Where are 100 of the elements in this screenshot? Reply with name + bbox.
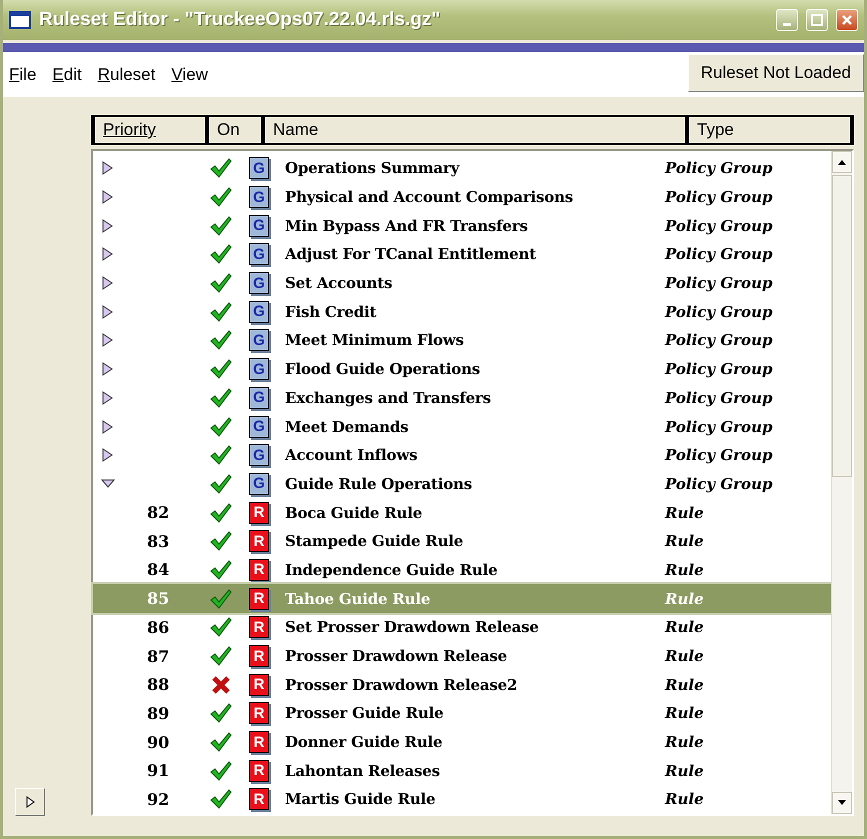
scrollbar[interactable] bbox=[831, 151, 852, 814]
maximize-icon bbox=[811, 14, 823, 26]
check-icon[interactable] bbox=[210, 617, 232, 638]
list-row[interactable]: 88 R Prosser Drawdown Release2 Rule bbox=[93, 670, 831, 700]
rule-name: Guide Rule Operations bbox=[285, 474, 474, 493]
expand-icon[interactable] bbox=[101, 362, 115, 376]
check-icon[interactable] bbox=[210, 646, 232, 666]
list-row[interactable]: 86 R Set Prosser Drawdown Release Rule bbox=[93, 613, 831, 642]
check-icon[interactable] bbox=[210, 474, 232, 494]
expand-icon[interactable] bbox=[101, 276, 115, 290]
check-icon[interactable] bbox=[210, 273, 232, 294]
list-row[interactable]: G Exchanges and Transfers Policy Group bbox=[93, 384, 831, 412]
expand-icon[interactable] bbox=[101, 420, 115, 434]
expand-icon[interactable] bbox=[101, 247, 115, 262]
check-icon[interactable] bbox=[210, 330, 232, 350]
check-icon[interactable] bbox=[210, 703, 232, 724]
list-row[interactable]: G Min Bypass And FR Transfers Policy Group bbox=[93, 211, 831, 240]
check-icon[interactable] bbox=[210, 760, 232, 781]
list-row[interactable]: 85 R Tahoe Guide Rule Rule bbox=[93, 584, 831, 613]
close-button[interactable] bbox=[836, 9, 858, 31]
check-icon[interactable] bbox=[210, 416, 232, 437]
rule-type: Rule bbox=[665, 790, 705, 808]
menu-item[interactable]: Edit bbox=[52, 64, 82, 84]
rule-type: Rule bbox=[665, 733, 705, 752]
rule-type: Rule bbox=[665, 590, 705, 608]
priority-number: 87 bbox=[146, 646, 170, 666]
expand-icon[interactable] bbox=[101, 390, 115, 405]
rule-type: Policy Group bbox=[665, 331, 774, 350]
list-row[interactable]: 84 R Independence Guide Rule Rule bbox=[93, 556, 831, 584]
expand-panel-button[interactable] bbox=[15, 788, 45, 816]
rule-type: Rule bbox=[665, 560, 705, 579]
expand-icon[interactable] bbox=[101, 333, 115, 348]
triangle-right-icon bbox=[25, 796, 35, 808]
group-icon: G bbox=[249, 444, 269, 466]
rule-type: Policy Group bbox=[665, 360, 774, 378]
column-header[interactable]: Name bbox=[265, 117, 685, 143]
check-icon[interactable] bbox=[210, 359, 232, 380]
scroll-down-icon[interactable] bbox=[837, 799, 847, 807]
list-row[interactable]: 87 R Prosser Drawdown Release Rule bbox=[93, 642, 831, 670]
check-icon[interactable] bbox=[210, 560, 232, 580]
rule-name: Exchanges and Transfers bbox=[285, 388, 492, 407]
menu-item[interactable]: Ruleset bbox=[98, 64, 156, 84]
group-icon: G bbox=[249, 214, 269, 237]
rule-name: Prosser Guide Rule bbox=[285, 704, 444, 722]
list-row[interactable]: G Guide Rule Operations Policy Group bbox=[93, 470, 831, 498]
column-header[interactable]: Type bbox=[689, 117, 850, 143]
list-row[interactable]: G Meet Minimum Flows Policy Group bbox=[93, 326, 831, 355]
expand-icon[interactable] bbox=[101, 304, 115, 319]
list-row[interactable]: G Meet Demands Policy Group bbox=[93, 412, 831, 441]
list-row[interactable]: G Flood Guide Operations Policy Group bbox=[93, 354, 831, 384]
column-header[interactable]: Priority bbox=[95, 117, 205, 143]
check-icon[interactable] bbox=[210, 531, 232, 552]
check-icon[interactable] bbox=[210, 216, 232, 236]
list-row[interactable]: G Fish Credit Policy Group bbox=[93, 297, 831, 326]
list-row[interactable]: G Operations Summary Policy Group bbox=[93, 154, 831, 183]
group-icon: G bbox=[249, 272, 269, 294]
list-row[interactable]: G Account Inflows Policy Group bbox=[93, 440, 831, 470]
check-icon[interactable] bbox=[210, 158, 232, 178]
check-icon[interactable] bbox=[210, 789, 232, 810]
scroll-up-icon[interactable] bbox=[837, 158, 847, 166]
list-row[interactable]: G Physical and Account Comparisons Policy Group bbox=[93, 182, 831, 212]
rule-name: Adjust For TCanal Entitlement bbox=[285, 245, 537, 264]
expand-icon[interactable] bbox=[101, 190, 115, 204]
check-icon[interactable] bbox=[210, 388, 232, 408]
cross-icon[interactable] bbox=[211, 674, 231, 695]
check-icon[interactable] bbox=[210, 302, 232, 322]
group-icon: G bbox=[249, 416, 269, 438]
rule-name: Martis Guide Rule bbox=[285, 790, 436, 808]
rule-type: Rule bbox=[665, 532, 705, 550]
list-row[interactable]: 83 R Stampede Guide Rule Rule bbox=[93, 526, 831, 556]
check-icon[interactable] bbox=[210, 187, 232, 208]
priority-number: 84 bbox=[146, 560, 170, 580]
expand-icon[interactable] bbox=[101, 218, 115, 233]
check-icon[interactable] bbox=[210, 445, 232, 466]
list-row[interactable]: G Set Accounts Policy Group bbox=[93, 268, 831, 298]
rule-name: Tahoe Guide Rule bbox=[285, 590, 432, 608]
rule-name: Physical and Account Comparisons bbox=[285, 188, 574, 206]
menu-item[interactable]: File bbox=[9, 64, 36, 84]
list-row[interactable]: G Adjust For TCanal Entitlement Policy Group bbox=[93, 240, 831, 269]
expand-icon[interactable] bbox=[101, 448, 115, 462]
check-icon[interactable] bbox=[210, 588, 232, 609]
list-row[interactable]: 92 R Martis Guide Rule Rule bbox=[93, 785, 831, 814]
list-row[interactable]: 90 R Donner Guide Rule Rule bbox=[93, 728, 831, 756]
menu-item[interactable]: View bbox=[171, 64, 208, 84]
rule-type: Rule bbox=[665, 676, 705, 694]
list-row[interactable]: 91 R Lahontan Releases Rule bbox=[93, 756, 831, 786]
rule-type: Rule bbox=[665, 618, 705, 636]
list-row[interactable]: 82 R Boca Guide Rule Rule bbox=[93, 498, 831, 527]
rule-name: Boca Guide Rule bbox=[285, 504, 424, 522]
rule-type: Rule bbox=[665, 762, 705, 780]
check-icon[interactable] bbox=[210, 244, 232, 264]
check-icon[interactable] bbox=[210, 732, 232, 752]
ruleset-status-button[interactable]: Ruleset Not Loaded bbox=[688, 54, 864, 92]
list-row[interactable]: 89 R Prosser Guide Rule Rule bbox=[93, 699, 831, 728]
check-icon[interactable] bbox=[210, 502, 232, 523]
rule-type: Policy Group bbox=[665, 159, 774, 178]
close-icon bbox=[841, 14, 853, 26]
expand-icon[interactable] bbox=[101, 161, 115, 176]
rule-name: Donner Guide Rule bbox=[285, 733, 444, 752]
column-header[interactable]: On bbox=[209, 117, 261, 143]
